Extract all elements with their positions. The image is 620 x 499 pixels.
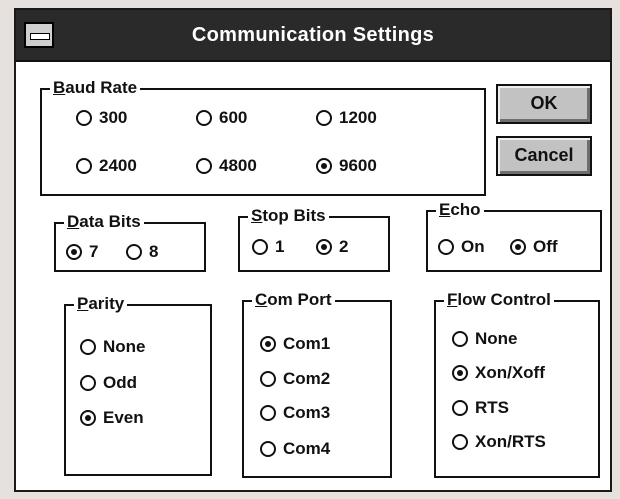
radio-label: RTS [475,398,509,417]
flow-control-rts-radio[interactable]: RTS [452,397,509,419]
com-port-com3-radio[interactable]: Com3 [260,402,330,424]
title-bar: Communication Settings [16,10,610,62]
flow-control-none-radio[interactable]: None [452,328,518,350]
radio-label: Odd [103,373,137,392]
radio-button-icon [510,239,526,255]
radio-label: Xon/RTS [475,432,546,451]
radio-label: 9600 [339,156,377,175]
dialog-title: Communication Settings [191,24,435,46]
radio-button-icon [316,110,332,126]
radio-label: 2400 [99,156,137,175]
radio-label: 300 [99,108,128,127]
radio-label: None [103,337,146,356]
ok-button[interactable]: OK [496,84,592,124]
radio-button-icon [66,244,82,260]
radio-label: 7 [89,242,99,261]
com-port-com4-radio[interactable]: Com4 [260,438,330,460]
radio-button-icon [452,400,468,416]
radio-button-icon [316,158,332,174]
flow-control-legend: Flow Control [444,289,554,311]
radio-button-icon [452,365,468,381]
radio-button-icon [438,239,454,255]
radio-label: Even [103,408,144,427]
radio-button-icon [76,158,92,174]
stop-bits-legend: Stop Bits [248,205,329,227]
radio-label: Xon/Xoff [475,363,545,382]
radio-label: On [461,237,485,256]
radio-button-icon [196,110,212,126]
baud-9600-radio[interactable]: 9600 [316,155,377,177]
radio-label: 600 [219,108,248,127]
data-bits-7-radio[interactable]: 7 [66,241,98,263]
radio-button-icon [252,239,268,255]
parity-even-radio[interactable]: Even [80,407,144,429]
flow-control-xonxoff-radio[interactable]: Xon/Xoff [452,362,545,384]
echo-legend: Echo [436,199,484,221]
flow-control-xonrts-radio[interactable]: Xon/RTS [452,431,546,453]
parity-legend: Parity [74,293,128,315]
radio-label: 8 [149,242,159,261]
radio-label: 4800 [219,156,257,175]
com-port-com1-radio[interactable]: Com1 [260,333,330,355]
radio-label: 1 [275,237,285,256]
radio-label: 1200 [339,108,377,127]
radio-label: Com1 [283,334,331,353]
radio-button-icon [80,375,96,391]
echo-off-radio[interactable]: Off [510,236,558,258]
echo-on-radio[interactable]: On [438,236,485,258]
baud-300-radio[interactable]: 300 [76,107,127,129]
radio-button-icon [196,158,212,174]
stop-bits-2-radio[interactable]: 2 [316,236,348,258]
radio-label: Com2 [283,369,331,388]
communication-settings-dialog: Communication Settings Baud Rate 300 600… [14,8,612,492]
radio-button-icon [80,339,96,355]
radio-label: None [475,329,518,348]
radio-button-icon [452,331,468,347]
radio-button-icon [316,239,332,255]
data-bits-legend: Data Bits [64,211,144,233]
parity-odd-radio[interactable]: Odd [80,372,137,394]
baud-600-radio[interactable]: 600 [196,107,247,129]
baud-4800-radio[interactable]: 4800 [196,155,257,177]
radio-label: 2 [339,237,349,256]
com-port-legend: Com Port [252,289,335,311]
radio-label: Com4 [283,439,331,458]
radio-button-icon [260,336,276,352]
cancel-button[interactable]: Cancel [496,136,592,176]
baud-1200-radio[interactable]: 1200 [316,107,377,129]
stop-bits-1-radio[interactable]: 1 [252,236,284,258]
com-port-com2-radio[interactable]: Com2 [260,368,330,390]
radio-label: Com3 [283,403,331,422]
data-bits-8-radio[interactable]: 8 [126,241,158,263]
radio-button-icon [126,244,142,260]
radio-label: Off [533,237,558,256]
baud-rate-group: Baud Rate [40,77,486,196]
parity-none-radio[interactable]: None [80,336,146,358]
baud-2400-radio[interactable]: 2400 [76,155,137,177]
radio-button-icon [260,405,276,421]
radio-button-icon [452,434,468,450]
radio-button-icon [260,441,276,457]
radio-button-icon [76,110,92,126]
baud-rate-legend: Baud Rate [50,77,141,99]
radio-button-icon [80,410,96,426]
radio-button-icon [260,371,276,387]
